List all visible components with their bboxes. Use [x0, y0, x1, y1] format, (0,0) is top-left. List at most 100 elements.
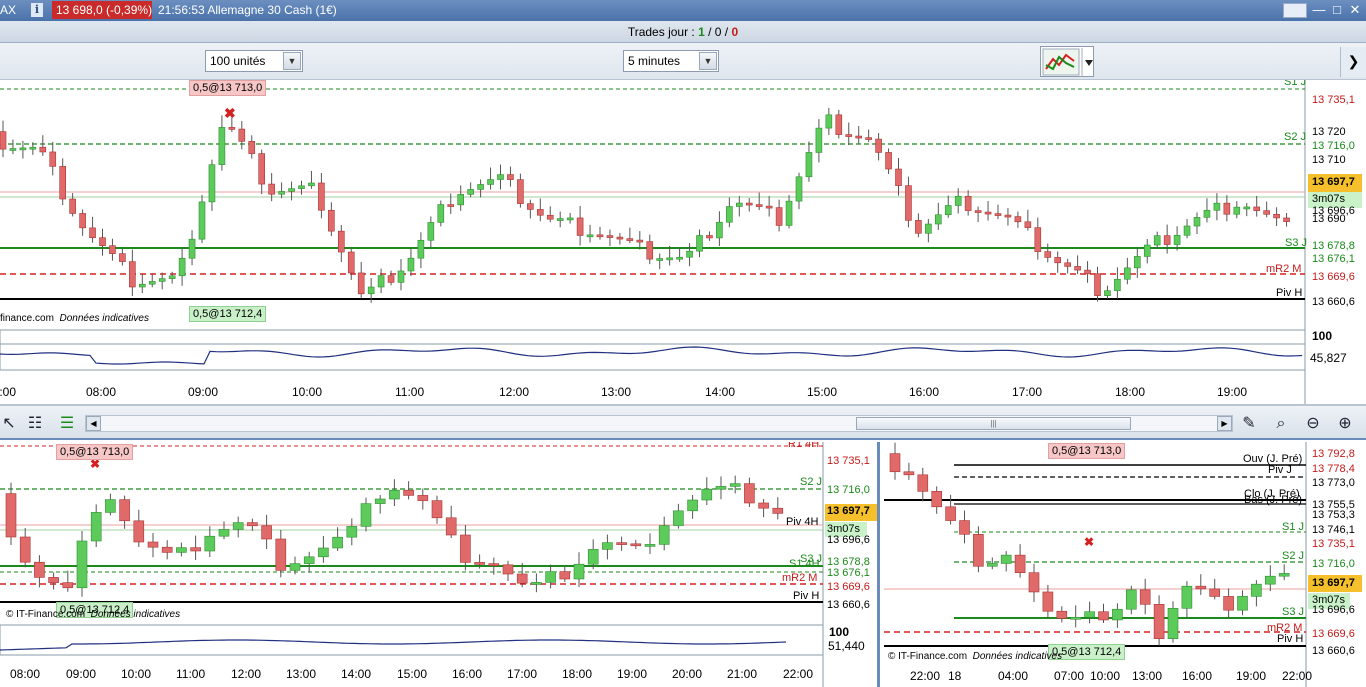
timeframe-select[interactable]: 5 minutes ▼: [623, 50, 719, 72]
data-credit: finance.com Données indicatives: [0, 313, 149, 324]
ladder-icon[interactable]: ☰: [56, 413, 78, 435]
candle-down: [275, 538, 287, 571]
candle-up: [726, 206, 733, 223]
candle-up: [1104, 290, 1111, 296]
candle-up: [158, 278, 166, 282]
chart-navigation-bar: ↖ ☷ ☰ ◀ ||| ▶ ✎ ⌕ ⊖ ⊕: [0, 405, 1366, 440]
candle-down: [99, 237, 106, 246]
candle-down: [387, 275, 395, 283]
chart-type-button[interactable]: [1040, 46, 1094, 77]
draw-tool-icon[interactable]: ✎: [1238, 413, 1260, 435]
candle-down: [706, 235, 713, 239]
level-label: S2 J: [1284, 131, 1307, 143]
maximize-button[interactable]: □: [1328, 2, 1346, 18]
candle-down: [69, 198, 76, 214]
scroll-thumb[interactable]: |||: [856, 417, 1131, 430]
candle-up: [735, 202, 743, 207]
candle-up: [289, 563, 301, 571]
time-axis-label: 10:00: [292, 385, 323, 399]
candle-up: [360, 503, 372, 527]
candle-down: [865, 137, 872, 140]
candle-down: [915, 220, 922, 234]
candle-down: [855, 135, 863, 139]
candle-up: [105, 499, 116, 513]
candle-up: [925, 223, 932, 234]
price-label: 13 660,6: [1312, 296, 1355, 308]
sell-trade-marker[interactable]: 0,5@13 713,0: [1048, 443, 1126, 459]
candle-up: [1243, 206, 1251, 210]
panel-nav-right-button[interactable]: ❯: [1340, 47, 1366, 77]
candle-down: [228, 127, 236, 130]
time-axis-label: 18:00: [562, 667, 593, 681]
candle-down: [1153, 604, 1165, 639]
candle-down: [984, 211, 992, 215]
candle-up: [805, 152, 813, 178]
time-axis-label: 22:00: [1282, 669, 1313, 683]
sell-trade-marker[interactable]: 0,5@13 713,0: [56, 444, 134, 460]
candle-up: [1183, 225, 1191, 236]
scroll-right-button[interactable]: ▶: [1217, 416, 1232, 431]
candle-down: [474, 562, 485, 565]
sell-trade-marker[interactable]: 0,5@13 713,0: [189, 80, 267, 96]
chevron-down-icon[interactable]: ▼: [283, 52, 301, 70]
symbol-label: AX: [0, 3, 17, 17]
horizontal-scrollbar[interactable]: ◀ ||| ▶: [85, 415, 1233, 432]
level-label: S3 J: [1285, 237, 1308, 249]
units-select[interactable]: 100 unités ▼: [205, 50, 303, 72]
candle-up: [1114, 278, 1121, 291]
candle-down: [626, 238, 634, 241]
candle-up: [198, 201, 206, 240]
zoom-fit-icon[interactable]: ⌕: [1270, 413, 1292, 435]
candle-down: [347, 251, 355, 274]
candle-down: [517, 179, 524, 204]
zoom-out-icon[interactable]: ⊖: [1302, 413, 1324, 435]
candle-up: [656, 258, 664, 261]
candle-up: [29, 146, 37, 150]
candle-down: [248, 141, 256, 154]
candle-up: [666, 257, 673, 261]
candle-down: [431, 500, 443, 519]
candle-up: [374, 498, 386, 504]
main-chart-panel[interactable]: ✖ 0,5@13 713,0 0,5@13 712,4 finance.com …: [0, 80, 1366, 405]
close-button[interactable]: ✕: [1346, 2, 1364, 18]
keyboard-icon[interactable]: [1283, 3, 1307, 18]
time-axis-label: 20:00: [672, 667, 703, 681]
main-candlestick-chart[interactable]: ✖: [0, 80, 1366, 405]
candle-up: [1237, 596, 1248, 611]
time-axis-label: 16:00: [452, 667, 483, 681]
bottom-left-candlestick-chart[interactable]: ✖: [0, 442, 880, 687]
price-label: 13 773,0: [1312, 477, 1355, 489]
price-label: 13 669,6: [827, 581, 870, 593]
candle-down: [1028, 572, 1040, 593]
candle-down: [765, 205, 773, 209]
candle-up: [545, 571, 556, 583]
candle-up: [785, 200, 793, 226]
zoom-in-icon[interactable]: ⊕: [1334, 413, 1356, 435]
candle-down: [5, 493, 17, 538]
cursor-icon[interactable]: ↖: [0, 413, 20, 435]
candle-down: [758, 502, 769, 509]
candle-up: [1000, 554, 1012, 564]
chevron-down-icon[interactable]: ▼: [699, 52, 717, 70]
bottom-right-chart-panel[interactable]: ✖ 0,5@13 713,0 0,5@13 712,4 © IT-Finance…: [884, 442, 1366, 687]
list-icon[interactable]: ☷: [24, 413, 46, 435]
price-change-badge: 13 698,0 (-0,39%): [52, 1, 152, 19]
bottom-left-chart-panel[interactable]: ✖ 0,5@13 713,0 0,5@13 712,4 © IT-Finance…: [0, 442, 880, 687]
price-label: 13 716,0: [1312, 140, 1355, 152]
credit-note: Données indicatives: [972, 651, 1063, 662]
time-axis-label: 04:00: [998, 669, 1029, 683]
minimize-button[interactable]: —: [1310, 2, 1328, 18]
candle-up: [497, 174, 504, 180]
buy-trade-marker[interactable]: 0,5@13 712,4: [189, 306, 267, 322]
scroll-left-button[interactable]: ◀: [86, 416, 101, 431]
info-icon[interactable]: i: [31, 3, 43, 17]
candle-up: [676, 256, 683, 260]
candle-up: [1233, 206, 1241, 215]
candle-down: [147, 541, 159, 548]
candle-down: [337, 230, 345, 253]
level-label: S1 J: [1282, 521, 1305, 533]
candle-up: [586, 234, 594, 238]
chart-toolbar: 100 unités ▼ 5 minutes ▼: [0, 43, 1366, 80]
candle-up: [427, 222, 435, 241]
candle-up: [389, 489, 400, 500]
